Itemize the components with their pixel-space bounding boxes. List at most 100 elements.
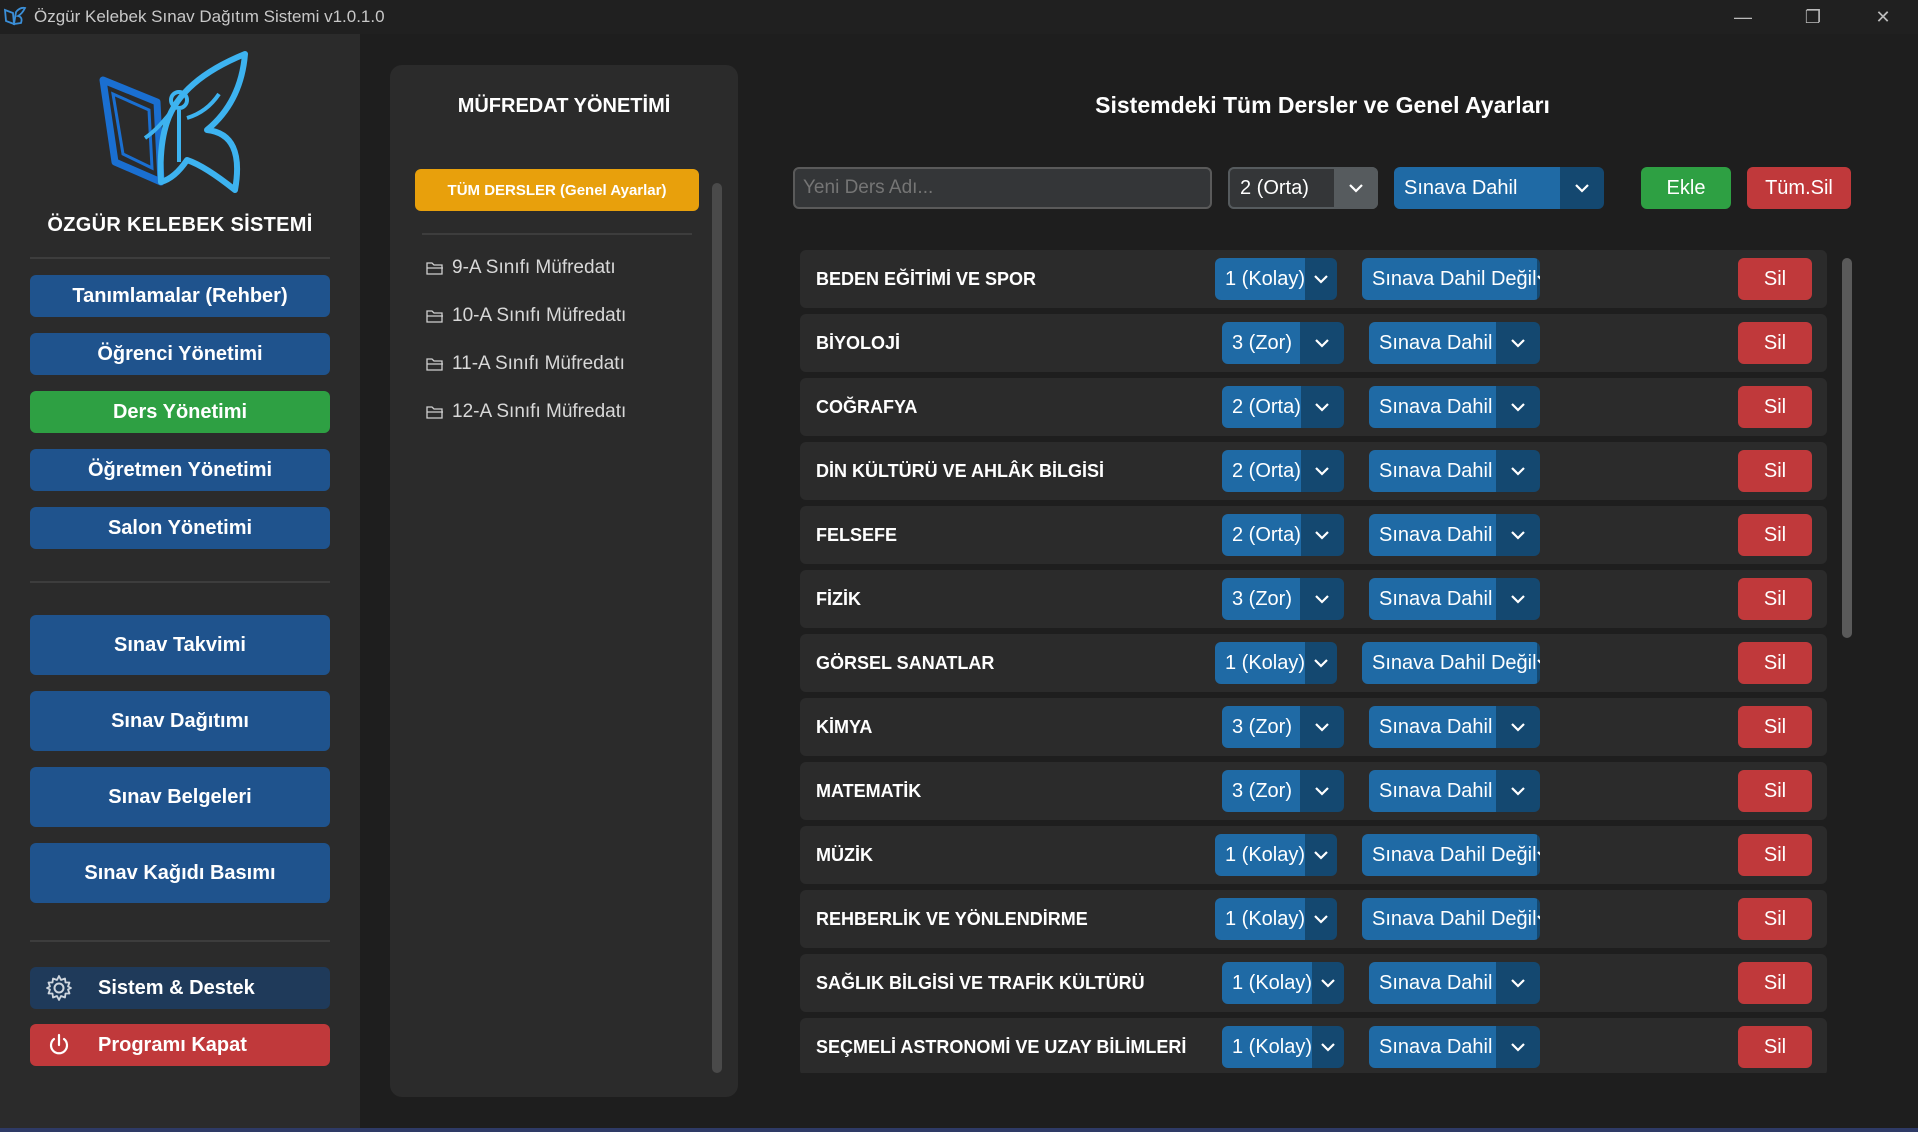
course-row: FELSEFE 2 (Orta) Sınava Dahil Sil (800, 506, 1827, 564)
delete-course-button[interactable]: Sil (1738, 962, 1812, 1004)
exam-status-dropdown[interactable]: Sınava Dahil (1369, 1026, 1540, 1068)
maximize-button[interactable]: ❐ (1778, 0, 1848, 34)
dropdown-value: 1 (Kolay) (1215, 642, 1306, 684)
course-row: MATEMATİK 3 (Zor) Sınava Dahil Sil (800, 762, 1827, 820)
all-courses-button[interactable]: TÜM DERSLER (Genel Ayarlar) (415, 169, 699, 211)
course-row: KİMYA 3 (Zor) Sınava Dahil Sil (800, 698, 1827, 756)
system-support-button[interactable]: Sistem & Destek (30, 967, 330, 1009)
dropdown-value: 3 (Zor) (1222, 578, 1300, 620)
curriculum-item-9a[interactable]: 9-A Sınıfı Müfredatı (426, 255, 616, 281)
exam-status-dropdown[interactable]: Sınava Dahil (1369, 578, 1540, 620)
difficulty-dropdown[interactable]: 3 (Zor) (1222, 770, 1344, 812)
nav-exam-paper-print[interactable]: Sınav Kağıdı Basımı (30, 843, 330, 903)
new-status-dropdown[interactable]: Sınava Dahil (1394, 167, 1604, 209)
dropdown-value: 2 (Orta) (1222, 514, 1301, 556)
title-bar: Özgür Kelebek Sınav Dağıtım Sistemi v1.0… (0, 0, 1918, 34)
curriculum-scrollbar[interactable] (712, 183, 722, 1073)
folder-icon (426, 406, 443, 419)
curriculum-item-label: 11-A Sınıfı Müfredatı (452, 353, 625, 374)
delete-course-button[interactable]: Sil (1738, 706, 1812, 748)
course-name: KİMYA (816, 716, 873, 737)
difficulty-dropdown[interactable]: 2 (Orta) (1222, 514, 1344, 556)
difficulty-dropdown[interactable]: 3 (Zor) (1222, 322, 1344, 364)
dropdown-value: 1 (Kolay) (1222, 1026, 1313, 1068)
curriculum-item-12a[interactable]: 12-A Sınıfı Müfredatı (426, 399, 626, 425)
exam-status-dropdown[interactable]: Sınava Dahil Değil (1362, 898, 1540, 940)
nav-exam-documents[interactable]: Sınav Belgeleri (30, 767, 330, 827)
nav-exam-calendar[interactable]: Sınav Takvimi (30, 615, 330, 675)
exam-status-dropdown[interactable]: Sınava Dahil Değil (1362, 258, 1540, 300)
delete-course-button[interactable]: Sil (1738, 642, 1812, 684)
exam-status-dropdown[interactable]: Sınava Dahil (1369, 386, 1540, 428)
curriculum-item-10a[interactable]: 10-A Sınıfı Müfredatı (426, 303, 626, 329)
difficulty-dropdown[interactable]: 2 (Orta) (1222, 386, 1344, 428)
nav-course-management[interactable]: Ders Yönetimi (30, 391, 330, 433)
delete-course-button[interactable]: Sil (1738, 450, 1812, 492)
exam-status-dropdown[interactable]: Sınava Dahil (1369, 450, 1540, 492)
folder-icon (426, 262, 443, 275)
chevron-down-icon (1496, 1026, 1540, 1068)
difficulty-dropdown[interactable]: 1 (Kolay) (1215, 834, 1337, 876)
difficulty-dropdown[interactable]: 1 (Kolay) (1215, 258, 1337, 300)
difficulty-dropdown[interactable]: 1 (Kolay) (1222, 1026, 1344, 1068)
system-support-label: Sistem & Destek (98, 976, 255, 999)
nav-room-management[interactable]: Salon Yönetimi (30, 507, 330, 549)
dropdown-value: 2 (Orta) (1222, 450, 1301, 492)
delete-course-button[interactable]: Sil (1738, 386, 1812, 428)
difficulty-dropdown[interactable]: 1 (Kolay) (1215, 898, 1337, 940)
chevron-down-icon (1496, 578, 1540, 620)
curriculum-item-label: 9-A Sınıfı Müfredatı (452, 257, 616, 278)
dropdown-value: 1 (Kolay) (1215, 898, 1306, 940)
chevron-down-icon (1496, 962, 1540, 1004)
exam-status-dropdown[interactable]: Sınava Dahil (1369, 514, 1540, 556)
nav-student-management[interactable]: Öğrenci Yönetimi (30, 333, 330, 375)
delete-course-button[interactable]: Sil (1738, 578, 1812, 620)
folder-icon (426, 358, 443, 371)
chevron-down-icon (1496, 450, 1540, 492)
exam-status-dropdown[interactable]: Sınava Dahil (1369, 770, 1540, 812)
minimize-button[interactable]: — (1708, 0, 1778, 34)
exam-status-dropdown[interactable]: Sınava Dahil Değil (1362, 642, 1540, 684)
nav-definitions[interactable]: Tanımlamalar (Rehber) (30, 275, 330, 317)
difficulty-dropdown[interactable]: 1 (Kolay) (1222, 962, 1344, 1004)
exam-status-dropdown[interactable]: Sınava Dahil (1369, 322, 1540, 364)
delete-course-button[interactable]: Sil (1738, 322, 1812, 364)
dropdown-value: Sınava Dahil Değil (1362, 642, 1537, 684)
difficulty-dropdown[interactable]: 1 (Kolay) (1215, 642, 1337, 684)
dropdown-value: 3 (Zor) (1222, 706, 1300, 748)
course-list-scrollbar[interactable] (1842, 258, 1852, 638)
exam-status-dropdown[interactable]: Sınava Dahil (1369, 962, 1540, 1004)
chevron-down-icon (1536, 834, 1540, 876)
add-course-button[interactable]: Ekle (1641, 167, 1731, 209)
dropdown-value: 1 (Kolay) (1215, 258, 1306, 300)
difficulty-dropdown[interactable]: 2 (Orta) (1222, 450, 1344, 492)
delete-course-button[interactable]: Sil (1738, 834, 1812, 876)
delete-course-button[interactable]: Sil (1738, 514, 1812, 556)
nav-exam-distribution[interactable]: Sınav Dağıtımı (30, 691, 330, 751)
new-course-input[interactable] (793, 167, 1212, 209)
chevron-down-icon (1536, 898, 1540, 940)
delete-course-button[interactable]: Sil (1738, 898, 1812, 940)
delete-course-button[interactable]: Sil (1738, 1026, 1812, 1068)
delete-course-button[interactable]: Sil (1738, 258, 1812, 300)
new-difficulty-dropdown[interactable]: 2 (Orta) (1228, 167, 1378, 209)
course-name: FELSEFE (816, 524, 898, 545)
exit-program-button[interactable]: Programı Kapat (30, 1024, 330, 1066)
exam-status-dropdown[interactable]: Sınava Dahil Değil (1362, 834, 1540, 876)
delete-all-button[interactable]: Tüm.Sil (1747, 167, 1851, 209)
close-window-button[interactable]: ✕ (1848, 0, 1918, 34)
nav-teacher-management[interactable]: Öğretmen Yönetimi (30, 449, 330, 491)
chevron-down-icon (1300, 386, 1344, 428)
exam-status-dropdown[interactable]: Sınava Dahil (1369, 706, 1540, 748)
course-name: DİN KÜLTÜRÜ VE AHLÂK BİLGİSİ (816, 460, 1104, 481)
delete-course-button[interactable]: Sil (1738, 770, 1812, 812)
dropdown-value: 1 (Kolay) (1222, 962, 1313, 1004)
curriculum-item-11a[interactable]: 11-A Sınıfı Müfredatı (426, 351, 625, 377)
course-name: MÜZİK (816, 844, 873, 865)
difficulty-dropdown[interactable]: 3 (Zor) (1222, 578, 1344, 620)
course-name: BİYOLOJİ (816, 332, 901, 353)
butterfly-icon (3, 6, 27, 26)
curriculum-item-label: 10-A Sınıfı Müfredatı (452, 305, 627, 326)
chevron-down-icon (1300, 706, 1344, 748)
difficulty-dropdown[interactable]: 3 (Zor) (1222, 706, 1344, 748)
